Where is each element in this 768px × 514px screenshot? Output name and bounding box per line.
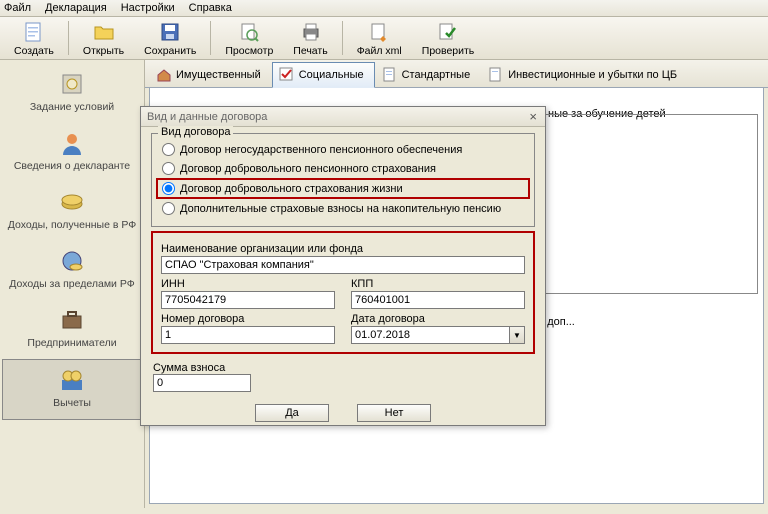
menu-declaration[interactable]: Декларация	[45, 2, 107, 14]
sum-label: Сумма взноса	[153, 362, 251, 374]
org-label: Наименование организации или фонда	[161, 243, 525, 255]
tabbar: Имущественный Социальные Стандартные Инв…	[145, 60, 768, 88]
inn-input[interactable]	[161, 291, 335, 309]
sidebar-item-conditions[interactable]: Задание условий	[0, 64, 144, 123]
contract-number-label: Номер договора	[161, 313, 335, 325]
org-input[interactable]	[161, 256, 525, 274]
contract-date-label: Дата договора	[351, 313, 525, 325]
toolbar-label: Файл xml	[357, 45, 402, 57]
radio-life-insurance[interactable]: Договор добровольного страхования жизни	[156, 178, 530, 199]
contract-type-fieldset: Вид договора Договор негосударственного …	[151, 133, 535, 227]
menu-file[interactable]: Файл	[4, 2, 31, 14]
tab-standard[interactable]: Стандартные	[375, 62, 482, 87]
toolbar-label: Создать	[14, 45, 54, 57]
toolbar: Создать Открыть Сохранить Просмотр Печат…	[0, 17, 768, 60]
tab-property[interactable]: Имущественный	[149, 62, 272, 87]
printer-icon	[299, 20, 323, 44]
toolbar-label: Просмотр	[225, 45, 273, 57]
radio-label: Дополнительные страховые взносы на накоп…	[180, 203, 501, 215]
doc-icon	[382, 67, 398, 83]
menu-settings[interactable]: Настройки	[121, 2, 175, 14]
radio-label: Договор добровольного пенсионного страхо…	[180, 163, 436, 175]
doc-icon	[488, 67, 504, 83]
radio-label: Договор добровольного страхования жизни	[180, 183, 403, 195]
sidebar-item-label: Сведения о декларанте	[14, 160, 130, 172]
menubar: Файл Декларация Настройки Справка	[0, 0, 768, 17]
money-icon	[58, 188, 86, 216]
date-dropdown-button[interactable]: ▼	[509, 326, 525, 344]
radio-pension-nongov[interactable]: Договор негосударственного пенсионного о…	[160, 140, 526, 159]
sidebar-item-income-rf[interactable]: Доходы, полученные в РФ	[0, 182, 144, 241]
sidebar-item-deductions[interactable]: Вычеты	[2, 359, 142, 420]
inn-label: ИНН	[161, 278, 335, 290]
sum-input[interactable]	[153, 374, 251, 392]
radio-input[interactable]	[162, 182, 175, 195]
sidebar-item-label: Предприниматели	[27, 337, 116, 349]
radio-label: Договор негосударственного пенсионного о…	[180, 144, 462, 156]
sidebar-item-label: Доходы за пределами РФ	[9, 278, 134, 290]
save-button[interactable]: Сохранить	[134, 17, 206, 59]
open-button[interactable]: Открыть	[73, 17, 134, 59]
tab-invest[interactable]: Инвестиционные и убытки по ЦБ	[481, 62, 688, 87]
close-icon[interactable]: ×	[527, 110, 539, 123]
tab-label: Имущественный	[176, 69, 261, 81]
toolbar-label: Сохранить	[144, 45, 196, 57]
group-box	[538, 114, 758, 294]
contract-data-fieldset: Наименование организации или фонда ИНН К…	[151, 231, 535, 354]
toolbar-label: Проверить	[422, 45, 475, 57]
tab-label: Социальные	[299, 69, 364, 81]
sidebar-item-label: Вычеты	[53, 397, 91, 409]
contract-dialog: Вид и данные договора × Вид договора Дог…	[140, 106, 546, 426]
sidebar: Задание условий Сведения о декларанте До…	[0, 60, 145, 508]
sidebar-item-entrepreneurs[interactable]: Предприниматели	[0, 300, 144, 359]
tab-label: Инвестиционные и убытки по ЦБ	[508, 69, 677, 81]
radio-input[interactable]	[162, 143, 175, 156]
radio-input[interactable]	[162, 162, 175, 175]
sidebar-item-income-foreign[interactable]: Доходы за пределами РФ	[0, 241, 144, 300]
fieldset-legend: Вид договора	[158, 126, 233, 138]
sidebar-item-label: Задание условий	[30, 101, 114, 113]
toolbar-label: Печать	[293, 45, 327, 57]
radio-additional-contrib[interactable]: Дополнительные страховые взносы на накоп…	[160, 199, 526, 218]
folder-open-icon	[92, 20, 116, 44]
tab-social[interactable]: Социальные	[272, 62, 375, 88]
ok-button[interactable]: Да	[255, 404, 329, 422]
menu-help[interactable]: Справка	[189, 2, 232, 14]
xml-button[interactable]: Файл xml	[347, 17, 412, 59]
toolbar-label: Открыть	[83, 45, 124, 57]
deduction-icon	[58, 366, 86, 394]
radio-input[interactable]	[162, 202, 175, 215]
check-button[interactable]: Проверить	[412, 17, 485, 59]
contract-number-input[interactable]	[161, 326, 335, 344]
print-button[interactable]: Печать	[283, 17, 337, 59]
create-button[interactable]: Создать	[4, 17, 64, 59]
kpp-input[interactable]	[351, 291, 525, 309]
user-icon	[58, 129, 86, 157]
checkbox-icon	[279, 67, 295, 83]
sidebar-item-declarant[interactable]: Сведения о декларанте	[0, 123, 144, 182]
preview-button[interactable]: Просмотр	[215, 17, 283, 59]
chevron-down-icon: ▼	[513, 331, 521, 340]
cancel-button[interactable]: Нет	[357, 404, 431, 422]
settings-icon	[58, 70, 86, 98]
contract-date-input[interactable]	[351, 326, 509, 344]
dialog-titlebar: Вид и данные договора ×	[141, 107, 545, 127]
kpp-label: КПП	[351, 278, 525, 290]
tab-label: Стандартные	[402, 69, 471, 81]
dialog-title: Вид и данные договора	[147, 111, 267, 123]
xml-file-icon	[367, 20, 391, 44]
globe-money-icon	[58, 247, 86, 275]
save-icon	[158, 20, 182, 44]
check-icon	[436, 20, 460, 44]
new-file-icon	[22, 20, 46, 44]
sidebar-item-label: Доходы, полученные в РФ	[8, 219, 136, 231]
radio-pension-voluntary[interactable]: Договор добровольного пенсионного страхо…	[160, 159, 526, 178]
preview-icon	[237, 20, 261, 44]
house-icon	[156, 67, 172, 83]
briefcase-icon	[58, 306, 86, 334]
